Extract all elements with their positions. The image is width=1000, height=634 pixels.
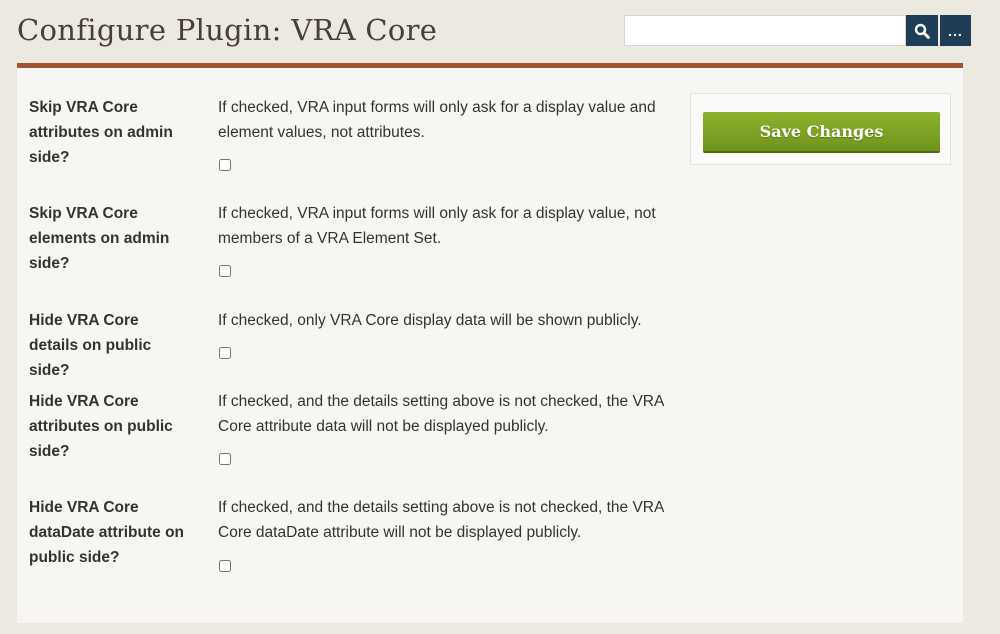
search-icon xyxy=(914,23,930,39)
search-button[interactable] xyxy=(906,15,938,46)
save-changes-button[interactable]: Save Changes xyxy=(703,112,940,153)
field-label: Skip VRA Core elements on admin side? xyxy=(29,205,170,272)
hide-details-public-checkbox[interactable] xyxy=(219,347,231,359)
skip-elements-admin-checkbox[interactable] xyxy=(219,265,231,277)
hide-attributes-public-checkbox[interactable] xyxy=(219,453,231,465)
field-label: Hide VRA Core dataDate attribute on publ… xyxy=(29,499,185,566)
field-description: If checked, only VRA Core display data w… xyxy=(218,312,642,329)
field-description: If checked, VRA input forms will only as… xyxy=(218,205,656,247)
field-label: Hide VRA Core attributes on public side? xyxy=(29,393,173,460)
field-label: Skip VRA Core attributes on admin side? xyxy=(29,99,173,166)
page-title: Configure Plugin: VRA Core xyxy=(17,13,438,47)
config-panel: Skip VRA Core attributes on admin side? … xyxy=(17,63,963,623)
search-bar: ... xyxy=(624,15,971,46)
hide-datadate-public-checkbox[interactable] xyxy=(219,560,231,572)
advanced-search-button[interactable]: ... xyxy=(940,15,971,46)
field-description: If checked, and the details setting abov… xyxy=(218,393,664,435)
search-input[interactable] xyxy=(624,15,906,46)
field-description: If checked, VRA input forms will only as… xyxy=(218,99,656,141)
save-panel: Save Changes xyxy=(690,93,951,165)
field-label: Hide VRA Core details on public side? xyxy=(29,312,152,379)
field-description: If checked, and the details setting abov… xyxy=(218,499,664,541)
skip-attributes-admin-checkbox[interactable] xyxy=(219,159,231,171)
